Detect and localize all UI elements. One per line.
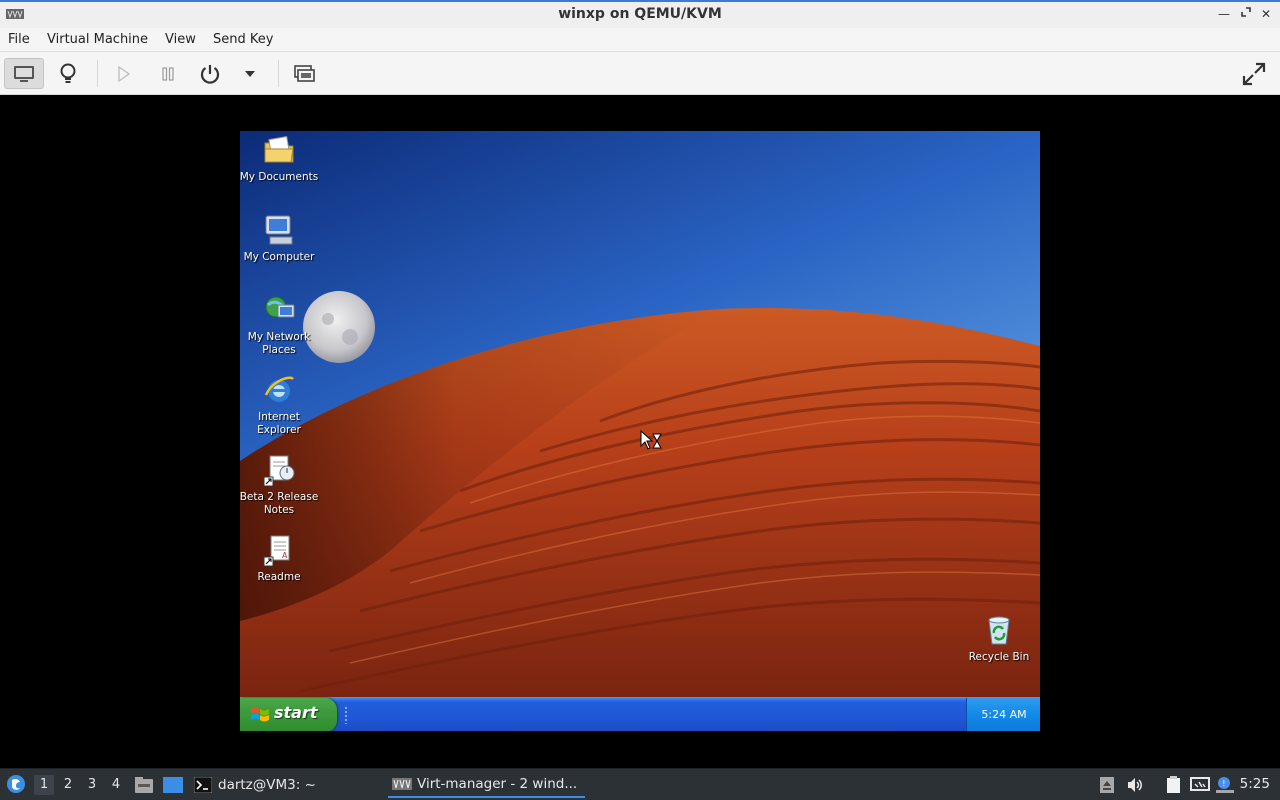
host-panel: 1 2 3 4 dartz@VM3: ~ Virt-manager - 2 wi… — [0, 768, 1280, 800]
snapshot-icon — [294, 64, 315, 82]
ie-icon — [264, 376, 294, 402]
computer-icon — [265, 215, 293, 245]
restore-icon[interactable] — [1238, 6, 1254, 22]
pause-icon — [162, 66, 174, 81]
file-manager-icon[interactable] — [134, 776, 154, 794]
eject-icon[interactable] — [1098, 776, 1116, 794]
power-icon — [200, 64, 220, 84]
app-menu-icon[interactable] — [6, 774, 26, 794]
workspace-2[interactable]: 2 — [58, 775, 78, 795]
host-clock[interactable]: 5:25 — [1240, 776, 1270, 792]
task-terminal[interactable]: dartz@VM3: ~ — [194, 772, 374, 798]
window-titlebar[interactable]: winxp on QEMU/KVM — ✕ — [0, 0, 1280, 28]
recycle-bin-icon — [988, 616, 1010, 645]
task-label: Virt-manager - 2 wind... — [417, 776, 578, 792]
toolbar-separator — [278, 60, 279, 87]
shutdown-menu-button[interactable] — [230, 58, 270, 89]
svg-text:!: ! — [1222, 779, 1225, 788]
desktop-icon-label: My Documents — [240, 171, 319, 183]
network-icon — [265, 296, 295, 318]
notes-shortcut-icon — [263, 455, 295, 487]
desktop-icon-beta-2-release-notes[interactable]: Beta 2 Release Notes — [240, 453, 319, 517]
close-icon[interactable]: ✕ — [1258, 6, 1274, 22]
workspace-3[interactable]: 3 — [82, 775, 102, 795]
windows-flag-icon — [251, 707, 269, 722]
start-label: start — [274, 703, 318, 722]
menubar: File Virtual Machine View Send Key — [0, 28, 1280, 52]
notification-area: 5:24 AM — [966, 698, 1040, 731]
busy-cursor-icon — [640, 430, 662, 450]
console-button[interactable] — [4, 58, 44, 89]
workspace-1[interactable]: 1 — [34, 775, 54, 795]
toolbar-separator — [97, 60, 98, 87]
desktop-icon-label: My Computer — [243, 251, 315, 263]
run-button[interactable] — [104, 58, 144, 89]
network-icon[interactable] — [1190, 776, 1210, 794]
play-icon — [118, 65, 131, 82]
lightbulb-icon — [60, 63, 76, 83]
desktop-icon-label: Internet Explorer — [257, 411, 301, 436]
desktop-icon-my-computer[interactable]: My Computer — [240, 213, 319, 264]
desktop-icon-label: Beta 2 Release Notes — [240, 491, 319, 516]
guest-clock[interactable]: 5:24 AM — [967, 708, 1040, 721]
menu-virtual-machine[interactable]: Virtual Machine — [47, 32, 148, 47]
readme-shortcut-icon: A — [263, 535, 290, 567]
dropdown-icon — [245, 70, 255, 77]
menu-file[interactable]: File — [8, 32, 30, 47]
desktop-icon[interactable] — [162, 776, 184, 794]
start-button[interactable]: start — [240, 698, 337, 731]
toolbar — [0, 52, 1280, 95]
guest-taskbar: start 5:24 AM — [240, 697, 1040, 731]
virt-manager-icon — [392, 778, 412, 790]
terminal-icon — [194, 777, 212, 793]
details-button[interactable] — [48, 58, 88, 89]
desktop-icon-my-network-places[interactable]: My Network Places — [240, 293, 319, 357]
folder-icon — [264, 135, 294, 163]
desktop-wallpaper — [240, 131, 1040, 697]
desktop-icon-my-documents[interactable]: My Documents — [240, 133, 319, 184]
svg-text:A: A — [282, 551, 288, 560]
desktop-icon-label: My Network Places — [247, 331, 311, 356]
fullscreen-button[interactable] — [1234, 58, 1274, 89]
desktop-icon-label: Readme — [257, 571, 301, 583]
task-virt-manager[interactable]: Virt-manager - 2 wind... — [388, 772, 585, 798]
console-icon — [14, 65, 34, 82]
menu-view[interactable]: View — [165, 32, 196, 47]
snapshot-button[interactable] — [284, 58, 324, 89]
task-label: dartz@VM3: ~ — [218, 777, 316, 793]
minimize-icon[interactable]: — — [1216, 6, 1232, 22]
desktop-icon-readme[interactable]: A Readme — [240, 533, 319, 584]
menu-send-key[interactable]: Send Key — [213, 32, 273, 47]
pause-button[interactable] — [148, 58, 188, 89]
desktop-icon-recycle-bin[interactable]: Recycle Bin — [959, 613, 1039, 664]
shutdown-button[interactable] — [190, 58, 230, 89]
notification-icon[interactable]: ! — [1216, 776, 1234, 794]
desktop-icon-internet-explorer[interactable]: Internet Explorer — [240, 373, 319, 437]
workspace-4[interactable]: 4 — [106, 775, 126, 795]
desktop-icon-label: Recycle Bin — [968, 651, 1030, 663]
taskbar-grip[interactable] — [344, 706, 348, 724]
clipboard-icon[interactable] — [1164, 776, 1182, 794]
guest-display[interactable]: My Documents My Computer My Network Plac… — [240, 131, 1040, 731]
window-title: winxp on QEMU/KVM — [558, 6, 722, 22]
volume-icon[interactable] — [1126, 776, 1144, 794]
fullscreen-icon — [1242, 62, 1266, 85]
